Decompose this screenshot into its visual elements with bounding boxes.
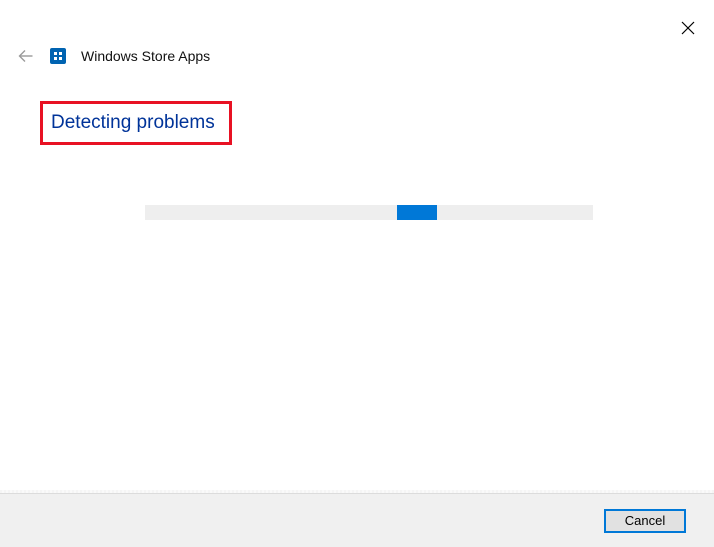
close-button[interactable]: [678, 18, 698, 38]
footer: Cancel: [0, 493, 714, 547]
cancel-button[interactable]: Cancel: [604, 509, 686, 533]
close-icon: [681, 21, 695, 35]
window-title: Windows Store Apps: [81, 48, 210, 64]
back-button[interactable]: [17, 47, 35, 65]
arrow-left-icon: [17, 47, 35, 65]
header: Windows Store Apps: [17, 47, 210, 65]
status-text: Detecting problems: [51, 112, 215, 134]
progress-indicator: [397, 205, 437, 220]
windows-store-icon: [49, 47, 67, 65]
status-highlight: Detecting problems: [40, 101, 232, 145]
progress-bar: [145, 205, 593, 220]
